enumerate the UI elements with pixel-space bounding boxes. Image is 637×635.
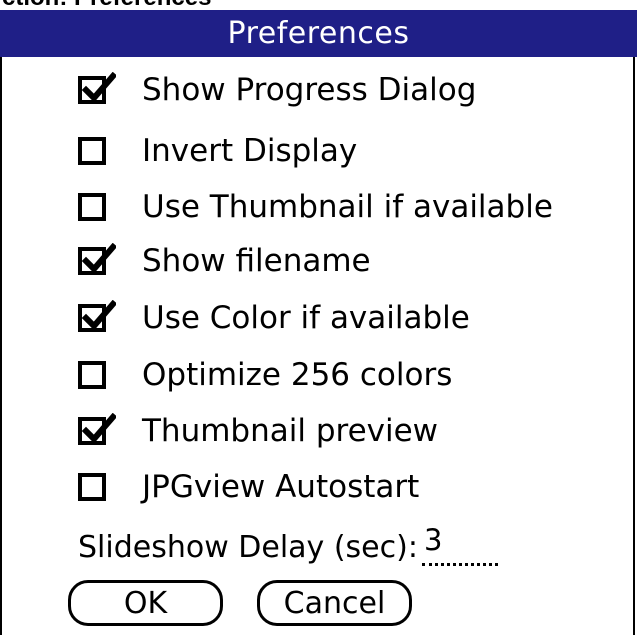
checkbox-thumbnail-preview[interactable]	[78, 413, 116, 445]
checkbox-optimize-256-colors[interactable]	[78, 361, 106, 389]
option-label: Invert Display	[142, 133, 358, 169]
option-thumbnail-preview[interactable]: Thumbnail preview	[78, 409, 438, 453]
ok-button[interactable]: OK	[68, 580, 223, 626]
option-label: Optimize 256 colors	[142, 357, 453, 393]
slideshow-delay-value[interactable]: 3	[424, 523, 442, 557]
window-caption: ction: Preferences	[2, 0, 211, 10]
cancel-button[interactable]: Cancel	[257, 580, 412, 626]
slideshow-delay-row: Slideshow Delay (sec): 3	[78, 523, 498, 569]
option-invert-display[interactable]: Invert Display	[78, 129, 357, 173]
option-label: Thumbnail preview	[142, 413, 439, 449]
option-use-color[interactable]: Use Color if available	[78, 296, 470, 340]
slideshow-delay-field[interactable]: 3	[421, 523, 498, 566]
dialog-title-bar: Preferences	[0, 10, 637, 57]
option-label: Show filename	[142, 243, 371, 279]
option-label: Show Progress Dialog	[142, 72, 477, 108]
checkbox-jpgview-autostart[interactable]	[78, 473, 106, 501]
checkbox-show-progress-dialog[interactable]	[78, 72, 116, 104]
option-label: Use Color if available	[142, 300, 470, 336]
checkmark-stroke	[81, 72, 116, 103]
window-caption-strip: ction: Preferences	[0, 0, 637, 10]
dialog-title: Preferences	[227, 16, 410, 51]
option-jpgview-autostart[interactable]: JPGview Autostart	[78, 465, 419, 509]
checkmark-stroke	[81, 300, 116, 331]
option-show-progress-dialog[interactable]: Show Progress Dialog	[78, 68, 476, 112]
option-label: Use Thumbnail if available	[142, 189, 553, 225]
checkbox-show-filename[interactable]	[78, 243, 116, 275]
checkbox-invert-display[interactable]	[78, 137, 106, 165]
option-optimize-256-colors[interactable]: Optimize 256 colors	[78, 353, 452, 397]
option-show-filename[interactable]: Show filename	[78, 239, 371, 283]
checkbox-use-thumbnail[interactable]	[78, 193, 106, 221]
option-label: JPGview Autostart	[142, 469, 420, 505]
checkmark-stroke	[81, 413, 116, 444]
checkbox-use-color[interactable]	[78, 300, 116, 332]
checkmark-icon	[81, 72, 116, 103]
option-use-thumbnail[interactable]: Use Thumbnail if available	[78, 185, 553, 229]
checkmark-stroke	[81, 243, 116, 274]
checkmark-icon	[81, 243, 116, 274]
checkmark-icon	[81, 300, 116, 331]
preferences-window: { "window": { "caption": "ction: Prefere…	[0, 0, 637, 635]
checkmark-icon	[81, 413, 116, 444]
slideshow-delay-label: Slideshow Delay (sec):	[78, 529, 418, 565]
